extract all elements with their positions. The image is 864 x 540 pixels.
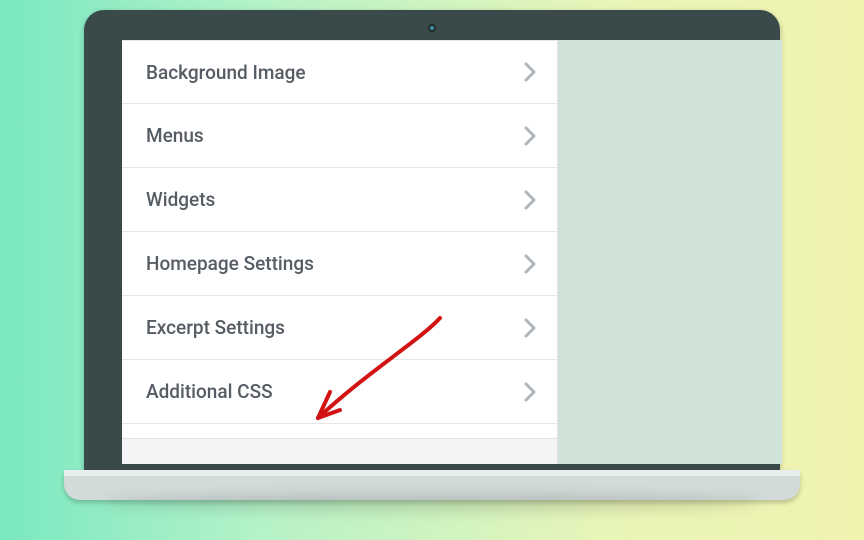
- menu-item-label: Menus: [146, 124, 204, 147]
- menu-item-label: Homepage Settings: [146, 252, 314, 275]
- chevron-right-icon: [523, 189, 537, 211]
- menu-item-background-image[interactable]: Background Image: [122, 40, 557, 104]
- laptop-lid: Background Image Menus W: [84, 10, 780, 475]
- preview-pane: [558, 40, 782, 464]
- menu-item-label: Additional CSS: [146, 380, 273, 403]
- menu-item-additional-css[interactable]: Additional CSS: [122, 360, 557, 424]
- menu-item-label: Excerpt Settings: [146, 316, 285, 339]
- laptop-screen: Background Image Menus W: [122, 40, 782, 464]
- chevron-right-icon: [523, 317, 537, 339]
- chevron-right-icon: [523, 253, 537, 275]
- menu-item-label: Widgets: [146, 188, 215, 211]
- customizer-footer: [122, 438, 557, 464]
- customizer-menu-list: Background Image Menus W: [122, 40, 557, 438]
- menu-item-excerpt-settings[interactable]: Excerpt Settings: [122, 296, 557, 360]
- menu-item-homepage-settings[interactable]: Homepage Settings: [122, 232, 557, 296]
- chevron-right-icon: [523, 381, 537, 403]
- menu-item-widgets[interactable]: Widgets: [122, 168, 557, 232]
- customizer-panel: Background Image Menus W: [122, 40, 782, 464]
- laptop-mockup: Background Image Menus W: [64, 10, 800, 500]
- laptop-base: [64, 470, 800, 500]
- menu-item-label: Background Image: [146, 61, 306, 84]
- chevron-right-icon: [523, 125, 537, 147]
- chevron-right-icon: [523, 61, 537, 83]
- customizer-menu-column: Background Image Menus W: [122, 40, 558, 464]
- menu-item-menus[interactable]: Menus: [122, 104, 557, 168]
- camera-dot: [428, 24, 436, 32]
